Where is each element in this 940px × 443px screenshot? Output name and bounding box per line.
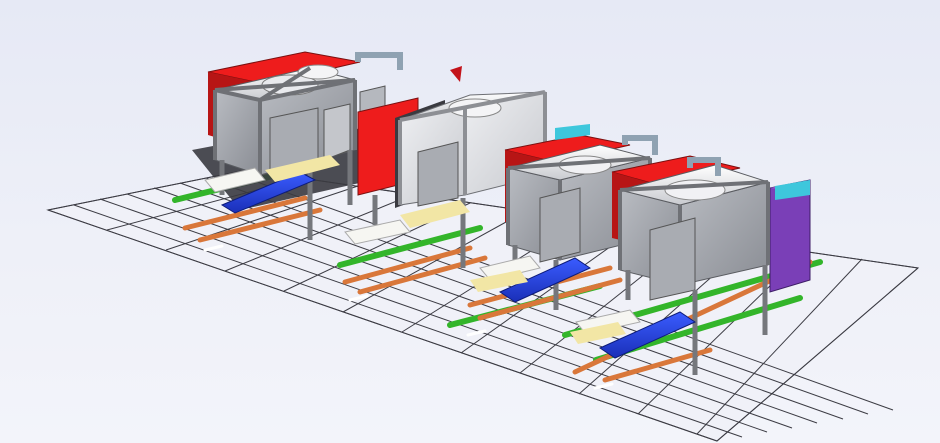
3d-viewport[interactable] <box>0 0 940 443</box>
scene-canvas <box>46 51 920 442</box>
